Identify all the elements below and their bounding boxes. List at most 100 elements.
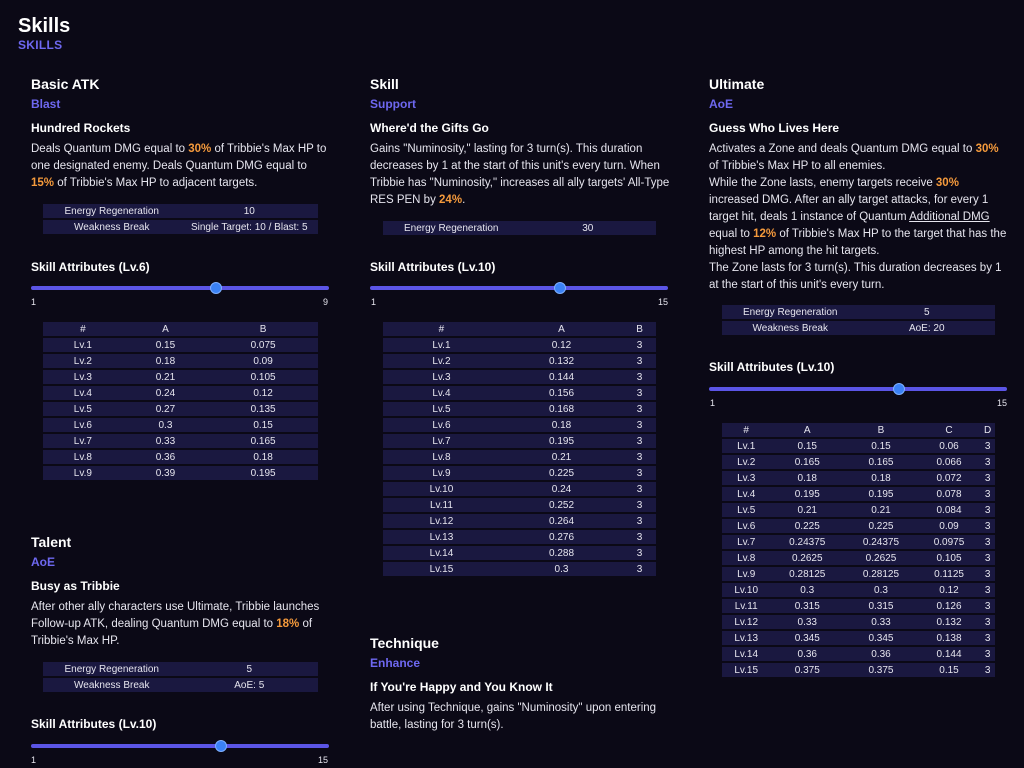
info-label: Weakness Break (43, 678, 181, 692)
talent-attr-title: Skill Attributes (Lv.10) (31, 717, 157, 731)
table-cell: Lv.7 (383, 434, 500, 448)
table-cell: 3 (623, 386, 656, 400)
table-cell: Lv.3 (722, 471, 771, 485)
table-cell: 0.27 (122, 402, 209, 416)
table-row: Lv.6 0.18 3 (383, 418, 656, 432)
table-cell: 3 (980, 551, 995, 565)
highlight-value: 12% (753, 228, 777, 240)
table-cell: Lv.9 (383, 466, 500, 480)
table-cell: 0.135 (208, 402, 318, 416)
skill-description: Deals Quantum DMG equal to 30% of Tribbi… (31, 141, 331, 192)
basic-level-slider[interactable] (31, 281, 329, 295)
table-row: Lv.3 0.144 3 (383, 370, 656, 384)
table-cell: 0.165 (770, 455, 845, 469)
table-cell: 3 (980, 487, 995, 501)
column-header: B (208, 322, 318, 336)
table-row: Lv.5 0.27 0.135 (43, 402, 318, 416)
table-cell: 0.18 (122, 354, 209, 368)
table-row: Lv.6 0.3 0.15 (43, 418, 318, 432)
table-cell: 0.18 (208, 450, 318, 464)
slider-track[interactable] (370, 286, 668, 290)
column-header: B (623, 322, 656, 336)
slider-track[interactable] (31, 286, 329, 290)
skill-attr-title: Skill Attributes (Lv.10) (370, 260, 496, 274)
slider-max-label: 9 (323, 297, 329, 307)
skill-name: Hundred Rockets (31, 121, 131, 135)
table-cell: 0.15 (917, 663, 981, 677)
table-cell: 0.225 (770, 519, 845, 533)
table-cell: 0.09 (208, 354, 318, 368)
table-cell: 0.12 (208, 386, 318, 400)
table-cell: 0.18 (844, 471, 918, 485)
slider-track[interactable] (709, 387, 1007, 391)
table-row: Lv.10 0.3 0.3 0.12 3 (722, 583, 995, 597)
table-cell: 3 (980, 647, 995, 661)
table-cell: 3 (980, 519, 995, 533)
table-row: Lv.12 0.264 3 (383, 514, 656, 528)
table-row: Lv.14 0.288 3 (383, 546, 656, 560)
slider-thumb[interactable] (214, 740, 227, 752)
slider-thumb[interactable] (892, 383, 905, 395)
table-cell: 3 (623, 546, 656, 560)
table-cell: 0.33 (844, 615, 918, 629)
table-cell: 0.12 (499, 338, 624, 352)
info-value: 5 (180, 662, 318, 676)
slider-thumb[interactable] (553, 282, 566, 294)
skill-name: Busy as Tribbie (31, 579, 120, 593)
table-cell: 3 (980, 439, 995, 453)
table-cell: 0.15 (844, 439, 918, 453)
info-label: Energy Regeneration (383, 221, 520, 235)
table-cell: 0.2625 (770, 551, 845, 565)
skill-description: Gains "Numinosity," lasting for 3 turn(s… (370, 141, 670, 209)
table-cell: 0.252 (499, 498, 624, 512)
table-cell: 0.15 (122, 338, 209, 352)
slider-min-label: 1 (31, 297, 37, 307)
table-row: Lv.8 0.2625 0.2625 0.105 3 (722, 551, 995, 565)
skill-description: After other ally characters use Ultimate… (31, 599, 331, 650)
table-cell: Lv.15 (722, 663, 771, 677)
table-cell: Lv.5 (383, 402, 500, 416)
table-cell: 0.168 (499, 402, 624, 416)
table-cell: 0.264 (499, 514, 624, 528)
ultimate-info-table: Energy Regeneration 5 Weakness Break AoE: 2… (722, 303, 995, 337)
table-row: Lv.10 0.24 3 (383, 482, 656, 496)
table-cell: 3 (980, 663, 995, 677)
slider-track[interactable] (31, 744, 329, 748)
table-cell: 3 (623, 434, 656, 448)
keyword-link[interactable]: Additional DMG (909, 211, 990, 223)
talent-level-slider[interactable] (31, 739, 329, 753)
slider-max-label: 15 (997, 398, 1008, 408)
info-value: AoE: 20 (858, 321, 995, 335)
table-cell: Lv.6 (722, 519, 771, 533)
table-cell: 3 (623, 514, 656, 528)
table-row: Lv.9 0.39 0.195 (43, 466, 318, 480)
info-value: 10 (180, 204, 318, 218)
table-cell: 0.2625 (844, 551, 918, 565)
description-text: While the Zone lasts, enemy targets rece… (709, 177, 936, 189)
column-header: C (917, 423, 981, 437)
info-value: 5 (858, 305, 995, 319)
table-row: Lv.2 0.165 0.165 0.066 3 (722, 455, 995, 469)
table-cell: 0.345 (844, 631, 918, 645)
table-cell: Lv.7 (43, 434, 123, 448)
table-cell: 0.15 (770, 439, 845, 453)
ultimate-level-slider[interactable] (709, 382, 1007, 396)
table-cell: 0.225 (844, 519, 918, 533)
table-row: Lv.13 0.276 3 (383, 530, 656, 544)
skill-level-slider[interactable] (370, 281, 668, 295)
table-row: Lv.9 0.225 3 (383, 466, 656, 480)
column-header: A (122, 322, 209, 336)
table-row: Lv.4 0.195 0.195 0.078 3 (722, 487, 995, 501)
skill-type: Support (370, 97, 416, 111)
table-cell: 0.315 (770, 599, 845, 613)
table-row: Lv.1 0.15 0.15 0.06 3 (722, 439, 995, 453)
table-cell: Lv.7 (722, 535, 771, 549)
table-cell: 0.276 (499, 530, 624, 544)
table-row: Lv.1 0.15 0.075 (43, 338, 318, 352)
table-cell: Lv.13 (722, 631, 771, 645)
table-cell: Lv.10 (722, 583, 771, 597)
skill-type: AoE (31, 555, 55, 569)
info-label: Energy Regeneration (43, 662, 181, 676)
table-cell: 0.144 (917, 647, 981, 661)
slider-thumb[interactable] (209, 282, 222, 294)
